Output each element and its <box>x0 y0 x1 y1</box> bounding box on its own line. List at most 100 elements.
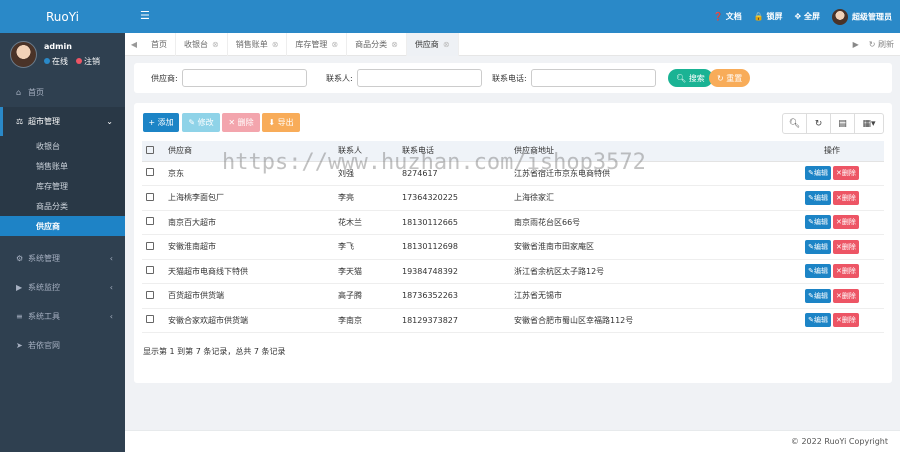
contact-input[interactable] <box>356 69 482 87</box>
table-row[interactable]: 京东 刘强 8274617 江苏省宿迁市京东电商特供 ✎编辑 ✕删除 <box>142 161 884 186</box>
sidebar-item-website[interactable]: ➤ 若依官网 <box>0 331 125 360</box>
columns-icon[interactable]: ▤ <box>831 114 855 133</box>
avatar <box>832 8 848 25</box>
sidebar-subitem-category[interactable]: 商品分类 <box>0 196 125 216</box>
tab-scroll-right-icon[interactable]: ▶ <box>853 40 859 49</box>
close-icon[interactable]: ⊗ <box>331 40 338 49</box>
tab-home[interactable]: 首页 <box>143 32 176 56</box>
refresh-tab-button[interactable]: ↻ 刷新 <box>869 39 894 50</box>
close-icon[interactable]: ⊗ <box>212 40 219 49</box>
refresh-icon[interactable]: ↻ <box>807 114 831 133</box>
table-row[interactable]: 天猫超市电商线下特供 李天猫 19384748392 浙江省余杭区太子路12号 ✎编辑 ✕… <box>142 259 884 284</box>
row-checkbox[interactable] <box>146 266 154 275</box>
row-edit-button[interactable]: ✎编辑 <box>805 166 831 181</box>
row-checkbox[interactable] <box>146 290 154 299</box>
row-checkbox[interactable] <box>146 217 154 226</box>
sidebar-subitem-sales-bill[interactable]: 销售账单 <box>0 156 125 176</box>
sidebar-submenu: 收银台 销售账单 库存管理 商品分类 供应商 <box>0 136 125 236</box>
user-panel: admin 在线 注销 <box>0 33 125 75</box>
reset-button[interactable]: ↻ 重置 <box>709 69 751 87</box>
sidebar-subitem-cashier[interactable]: 收银台 <box>0 136 125 156</box>
sidebar-item-monitor[interactable]: ▶ 系统监控 ‹ <box>0 273 125 302</box>
tab-inventory[interactable]: 库存管理 ⊗ <box>287 32 348 56</box>
row-delete-label: 删除 <box>841 267 856 276</box>
edit-button[interactable]: ✎ 修改 <box>182 113 220 132</box>
docs-link[interactable]: ❓ 文档 <box>713 11 742 22</box>
search-icon: 🔍︎ <box>676 73 687 83</box>
col-address[interactable]: 供应商地址 <box>510 141 780 162</box>
row-delete-button[interactable]: ✕删除 <box>833 215 859 230</box>
tab-sales-bill[interactable]: 销售账单 ⊗ <box>228 32 288 56</box>
close-icon[interactable]: ⊗ <box>443 40 450 49</box>
row-delete-button[interactable]: ✕删除 <box>833 239 859 254</box>
row-edit-button[interactable]: ✎编辑 <box>805 215 831 230</box>
cell-supplier: 安徽淮南超市 <box>164 234 334 260</box>
cell-contact: 李天猫 <box>334 259 398 284</box>
search-toggle-icon[interactable]: 🔍︎ <box>783 114 807 133</box>
row-delete-button[interactable]: ✕删除 <box>833 166 859 181</box>
tab-category[interactable]: 商品分类 ⊗ <box>347 32 407 56</box>
menu-toggle-icon[interactable]: ☰ <box>140 9 150 22</box>
lock-label: 锁屏 <box>766 12 783 21</box>
row-delete-button[interactable]: ✕删除 <box>833 288 859 303</box>
tab-supplier[interactable]: 供应商 ⊗ <box>406 32 459 56</box>
close-icon[interactable]: ⊗ <box>391 40 398 49</box>
select-all-checkbox[interactable] <box>146 145 154 154</box>
tab-scroll-left-icon[interactable]: ◀ <box>125 40 143 49</box>
avatar[interactable] <box>10 41 37 68</box>
cell-contact: 李南京 <box>334 308 398 333</box>
row-edit-button[interactable]: ✎编辑 <box>805 264 831 279</box>
row-checkbox[interactable] <box>146 192 154 201</box>
phone-input[interactable] <box>530 69 656 87</box>
tab-cashier[interactable]: 收银台 ⊗ <box>176 32 228 56</box>
brand-logo[interactable]: RuoYi <box>0 0 125 33</box>
export-button[interactable]: ⬇ 导出 <box>262 113 300 132</box>
cell-supplier: 百货超市供货端 <box>164 283 334 309</box>
row-edit-button[interactable]: ✎编辑 <box>805 288 831 303</box>
row-edit-button[interactable]: ✎编辑 <box>805 313 831 328</box>
col-supplier[interactable]: 供应商 <box>164 141 334 162</box>
cell-address: 安徽省淮南市田家庵区 <box>510 234 780 260</box>
refresh-icon: ↻ <box>717 73 724 83</box>
table-row[interactable]: 安徽淮南超市 李飞 18130112698 安徽省淮南市田家庵区 ✎编辑 ✕删除 <box>142 234 884 260</box>
row-delete-button[interactable]: ✕删除 <box>833 264 859 279</box>
table-row[interactable]: 百货超市供货端 高子腾 18736352263 江苏省无锡市 ✎编辑 ✕删除 <box>142 283 884 309</box>
cell-phone: 18129373827 <box>398 308 510 333</box>
scale-icon: ⚖ <box>16 117 24 126</box>
row-edit-button[interactable]: ✎编辑 <box>805 239 831 254</box>
logout-link[interactable]: 注销 <box>76 56 100 67</box>
delete-label: 删除 <box>237 118 254 127</box>
row-checkbox[interactable] <box>146 241 154 250</box>
download-icon: ⬇ <box>268 118 276 127</box>
row-checkbox[interactable] <box>146 168 154 177</box>
row-edit-button[interactable]: ✎编辑 <box>805 190 831 205</box>
row-delete-button[interactable]: ✕删除 <box>833 313 859 328</box>
online-dot-icon <box>44 58 50 64</box>
table-row[interactable]: 南京百大超市 花木兰 18130112665 南京雨花台区66号 ✎编辑 ✕删除 <box>142 210 884 235</box>
lock-link[interactable]: 🔒 锁屏 <box>754 11 783 22</box>
search-button[interactable]: 🔍︎ 搜索 <box>668 69 713 87</box>
delete-button[interactable]: ✕ 删除 <box>222 113 260 132</box>
sidebar-item-tools[interactable]: ≡ 系统工具 ‹ <box>0 302 125 331</box>
supplier-input[interactable] <box>181 69 307 87</box>
grid-dropdown-icon[interactable]: ▦▾ <box>855 114 883 133</box>
row-delete-button[interactable]: ✕删除 <box>833 190 859 205</box>
sidebar-item-system[interactable]: ⚙ 系统管理 ‹ <box>0 244 125 273</box>
table-row[interactable]: 安徽合家欢超市供货端 李南京 18129373827 安徽省合肥市蜀山区幸福路112号… <box>142 308 884 333</box>
fullscreen-link[interactable]: ✥ 全屏 <box>795 11 821 22</box>
add-button[interactable]: + 添加 <box>143 113 179 132</box>
table-row[interactable]: 上海桃李面包厂 李亮 17364320225 上海徐家汇 ✎编辑 ✕删除 <box>142 185 884 211</box>
col-phone[interactable]: 联系电话 <box>398 141 510 162</box>
row-delete-label: 删除 <box>841 218 856 227</box>
online-label: 在线 <box>52 57 68 66</box>
account-menu[interactable]: 超级管理员 <box>832 8 892 25</box>
cell-address: 浙江省余杭区太子路12号 <box>510 259 780 284</box>
col-contact[interactable]: 联系人 <box>334 141 398 162</box>
close-icon[interactable]: ⊗ <box>272 40 279 49</box>
sidebar-subitem-supplier[interactable]: 供应商 <box>0 216 125 236</box>
sidebar-item-supermarket[interactable]: ⚖ 超市管理 ⌄ <box>0 107 125 136</box>
sidebar-item-label: 系统监控 <box>28 283 60 292</box>
sidebar-subitem-inventory[interactable]: 库存管理 <box>0 176 125 196</box>
row-checkbox[interactable] <box>146 315 154 324</box>
sidebar-item-home[interactable]: ⌂ 首页 <box>0 78 125 107</box>
